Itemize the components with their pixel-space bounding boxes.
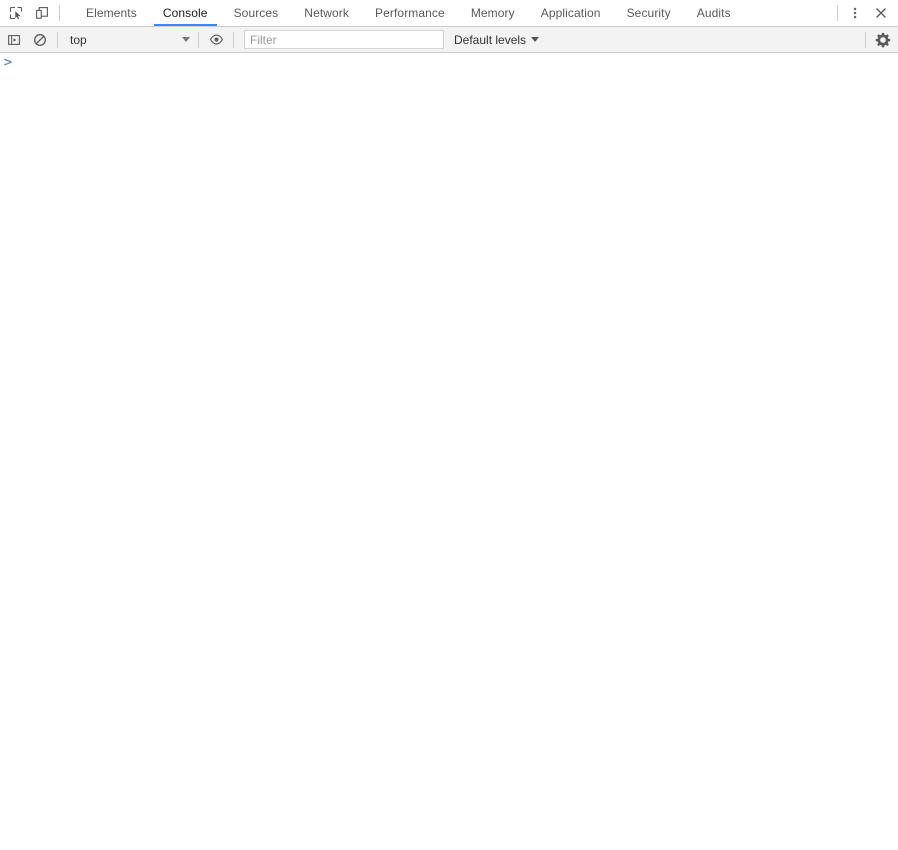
prompt-chevron-icon: > xyxy=(2,55,14,69)
filterbar-separator-1 xyxy=(57,31,58,48)
tab-application[interactable]: Application xyxy=(528,0,614,26)
tab-elements[interactable]: Elements xyxy=(73,0,150,26)
tab-network[interactable]: Network xyxy=(291,0,362,26)
console-prompt-row[interactable]: > xyxy=(0,53,898,73)
tab-security[interactable]: Security xyxy=(614,0,684,26)
tab-console[interactable]: Console xyxy=(150,0,221,26)
tabbar-right-icons xyxy=(833,0,898,26)
tab-security-label: Security xyxy=(626,6,671,20)
inspect-element-icon[interactable] xyxy=(3,0,29,26)
clear-console-icon[interactable] xyxy=(27,27,53,53)
console-message-area[interactable]: > xyxy=(0,53,898,850)
tab-performance[interactable]: Performance xyxy=(362,0,458,26)
tab-network-label: Network xyxy=(304,6,350,20)
execution-context-selector[interactable]: top xyxy=(62,30,194,50)
execution-context-value: top xyxy=(70,32,87,47)
filterbar-right xyxy=(861,27,896,53)
log-level-value: Default levels xyxy=(454,32,527,47)
tab-memory[interactable]: Memory xyxy=(458,0,528,26)
chevron-down-icon xyxy=(531,37,540,42)
filter-input[interactable] xyxy=(244,30,444,49)
tab-application-label: Application xyxy=(540,6,601,20)
console-filter-toolbar: top Default levels xyxy=(0,27,898,53)
tabbar-separator xyxy=(59,5,60,21)
tab-audits[interactable]: Audits xyxy=(684,0,744,26)
close-icon[interactable] xyxy=(868,0,894,26)
filterbar-separator-4 xyxy=(865,31,866,48)
log-level-selector[interactable]: Default levels xyxy=(448,30,545,50)
chevron-down-icon xyxy=(182,37,190,42)
devtools-tabbar: Elements Console Sources Network Perform… xyxy=(0,0,898,27)
toggle-device-toolbar-icon[interactable] xyxy=(29,0,55,26)
devtools-window: Elements Console Sources Network Perform… xyxy=(0,0,898,850)
more-options-icon[interactable] xyxy=(842,0,868,26)
tab-sources-label: Sources xyxy=(233,6,279,20)
tab-audits-label: Audits xyxy=(696,6,731,20)
live-expression-eye-icon[interactable] xyxy=(203,27,229,53)
tab-elements-label: Elements xyxy=(86,6,137,20)
console-prompt-input[interactable] xyxy=(14,55,898,71)
tabbar-right-separator xyxy=(837,5,838,21)
filterbar-separator-3 xyxy=(233,31,234,48)
filterbar-separator-2 xyxy=(198,31,199,48)
console-sidebar-toggle-icon[interactable] xyxy=(1,27,27,53)
tab-memory-label: Memory xyxy=(470,6,515,20)
tab-sources[interactable]: Sources xyxy=(221,0,292,26)
tab-console-label: Console xyxy=(162,6,208,20)
panel-tabs: Elements Console Sources Network Perform… xyxy=(73,0,744,26)
tabbar-left-icons xyxy=(0,0,64,26)
gear-icon[interactable] xyxy=(870,27,896,53)
tab-performance-label: Performance xyxy=(375,6,445,20)
